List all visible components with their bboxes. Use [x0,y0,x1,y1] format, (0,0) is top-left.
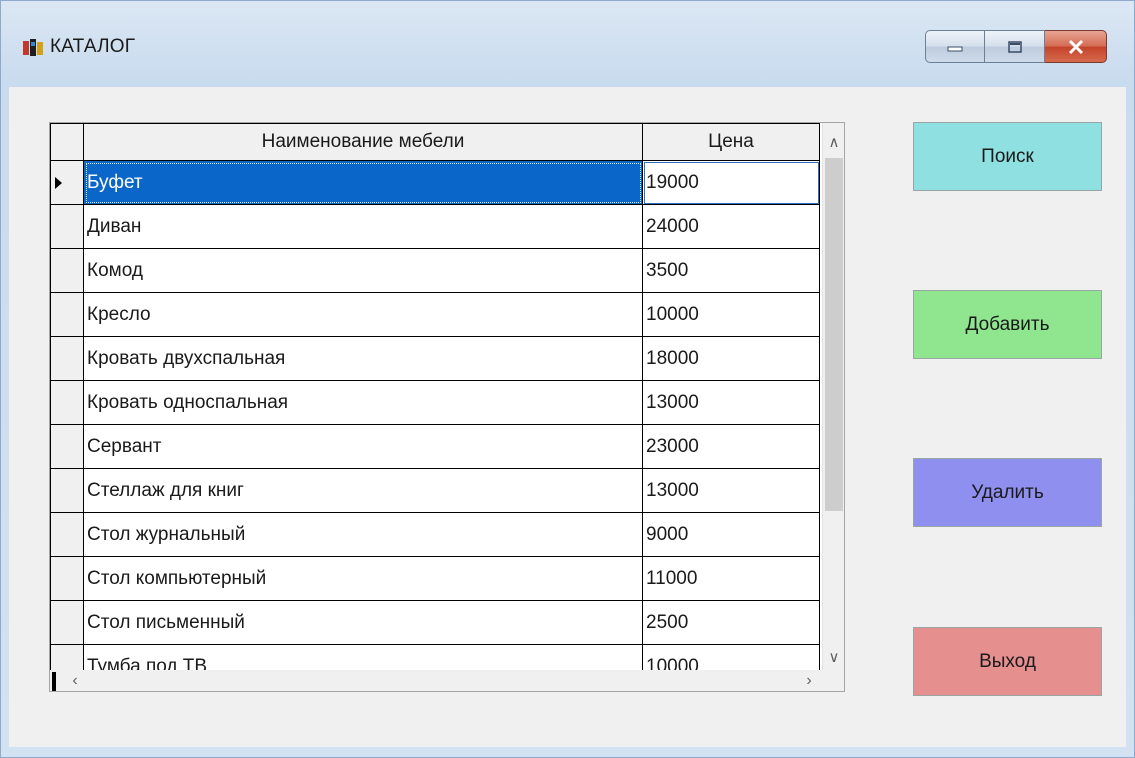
cell-price[interactable]: 3500 [642,248,820,293]
scroll-down-icon[interactable]: ∨ [823,648,844,668]
vertical-scrollbar[interactable]: ∧ ∨ [822,123,844,670]
current-row-arrow-icon [55,177,62,189]
table-row[interactable]: Стол журнальный 9000 [50,512,820,557]
cell-name[interactable]: Стол журнальный [83,512,643,557]
horizontal-scrollbar[interactable]: ‹ › [50,670,822,691]
cell-name[interactable]: Буфет [83,160,643,205]
maximize-button[interactable] [985,30,1045,63]
close-button[interactable] [1045,30,1107,63]
cell-name[interactable]: Кресло [83,292,643,337]
row-indicator[interactable] [50,600,84,645]
client-area: Наименование мебели Цена Буфет 19000 Див [9,87,1126,747]
row-indicator[interactable] [50,160,84,205]
header-indicator-cell [50,123,84,161]
table-row[interactable]: Диван 24000 [50,204,820,249]
table-row[interactable]: Стеллаж для книг 13000 [50,468,820,513]
cell-name[interactable]: Комод [83,248,643,293]
cell-price[interactable]: 24000 [642,204,820,249]
app-icon [23,39,43,56]
exit-button[interactable]: Выход [913,627,1102,696]
add-button[interactable]: Добавить [913,290,1102,359]
table-row[interactable]: Стол письменный 2500 [50,600,820,645]
table-row[interactable]: Стол компьютерный 11000 [50,556,820,601]
cell-price[interactable]: 19000 [642,160,820,205]
minimize-button[interactable] [925,30,985,63]
caption-buttons [925,30,1107,66]
delete-button[interactable]: Удалить [913,458,1102,527]
window-title: КАТАЛОГ [50,36,136,57]
cell-price[interactable]: 13000 [642,380,820,425]
table-row[interactable]: Кровать двухспальная 18000 [50,336,820,381]
row-indicator[interactable] [50,556,84,601]
cell-name[interactable]: Кровать односпальная [83,380,643,425]
cell-price[interactable]: 10000 [642,292,820,337]
column-header-price[interactable]: Цена [642,123,820,161]
row-indicator[interactable] [50,424,84,469]
row-indicator[interactable] [50,380,84,425]
title-bar[interactable]: КАТАЛОГ [1,1,1134,87]
grid-table: Наименование мебели Цена Буфет 19000 Див [50,123,820,689]
cell-name[interactable]: Кровать двухспальная [83,336,643,381]
scroll-right-icon[interactable]: › [798,670,820,691]
close-icon [1068,39,1083,54]
table-row[interactable]: Сервант 23000 [50,424,820,469]
row-indicator[interactable] [50,204,84,249]
cell-price[interactable]: 23000 [642,424,820,469]
focus-marker [52,672,56,691]
table-row[interactable]: Буфет 19000 [50,160,820,205]
vertical-scroll-thumb[interactable] [825,158,843,511]
cell-name[interactable]: Стол компьютерный [83,556,643,601]
row-indicator[interactable] [50,512,84,557]
row-indicator[interactable] [50,292,84,337]
cell-name[interactable]: Сервант [83,424,643,469]
catalog-window: КАТАЛОГ Наименование мебели Цена Буфет 1… [0,0,1135,758]
scrollbar-corner [822,670,844,691]
row-indicator[interactable] [50,468,84,513]
cell-name[interactable]: Стол письменный [83,600,643,645]
column-header-name[interactable]: Наименование мебели [83,123,643,161]
table-row[interactable]: Кровать односпальная 13000 [50,380,820,425]
scroll-up-icon[interactable]: ∧ [823,133,844,153]
cell-price[interactable]: 11000 [642,556,820,601]
maximize-icon [1007,40,1022,53]
cell-name[interactable]: Диван [83,204,643,249]
cell-price[interactable]: 18000 [642,336,820,381]
cell-name[interactable]: Стеллаж для книг [83,468,643,513]
search-button[interactable]: Поиск [913,122,1102,191]
row-indicator[interactable] [50,336,84,381]
row-indicator[interactable] [50,248,84,293]
cell-price[interactable]: 2500 [642,600,820,645]
scroll-left-icon[interactable]: ‹ [64,670,86,691]
cell-price[interactable]: 13000 [642,468,820,513]
furniture-grid[interactable]: Наименование мебели Цена Буфет 19000 Див [49,122,845,692]
grid-header-row: Наименование мебели Цена [50,123,820,161]
minimize-icon [947,46,963,51]
cell-price[interactable]: 9000 [642,512,820,557]
table-row[interactable]: Комод 3500 [50,248,820,293]
table-row[interactable]: Кресло 10000 [50,292,820,337]
